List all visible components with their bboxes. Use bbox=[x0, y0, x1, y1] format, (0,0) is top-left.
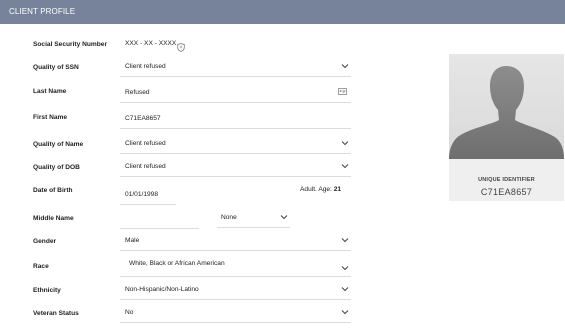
dob-row: Date of Birth 01/01/1998 Adult. Age: 21 bbox=[0, 186, 360, 207]
ssn-quality-label: Quality of SSN bbox=[33, 64, 79, 71]
page-header: CLIENT PROFILE bbox=[0, 0, 565, 24]
race-label: Race bbox=[33, 263, 49, 270]
race-select[interactable]: White, Black or African American bbox=[120, 256, 351, 277]
veteran-value: No bbox=[125, 309, 134, 316]
chevron-down-icon bbox=[341, 62, 349, 70]
chevron-down-icon bbox=[280, 213, 288, 221]
gender-label: Gender bbox=[33, 238, 57, 245]
middle-name-input[interactable] bbox=[120, 210, 199, 229]
chevron-down-icon bbox=[341, 139, 349, 147]
ethnicity-value: Non-Hispanic/Non-Latino bbox=[125, 286, 199, 293]
age-prefix: Adult. Age: bbox=[300, 186, 332, 193]
first-name-label: First Name bbox=[33, 114, 68, 121]
chevron-down-icon bbox=[341, 308, 349, 316]
chevron-down-icon bbox=[341, 236, 349, 244]
ssn-label: Social Security Number bbox=[33, 41, 108, 48]
ssn-quality-value: Client refused bbox=[125, 63, 166, 70]
first-name-row: First Name C71EA8657 bbox=[0, 114, 360, 134]
gender-row: Gender Male bbox=[0, 237, 360, 258]
middle-name-label: Middle Name bbox=[33, 215, 74, 222]
suffix-value: None bbox=[221, 214, 237, 221]
dob-quality-row: Quality of DOB Client refused bbox=[0, 163, 360, 184]
name-quality-label: Quality of Name bbox=[33, 141, 84, 148]
page-title: CLIENT PROFILE bbox=[9, 7, 76, 16]
name-quality-value: Client refused bbox=[125, 140, 166, 147]
last-name-row: Last Name Refused bbox=[0, 88, 360, 108]
first-name-input[interactable]: C71EA8657 bbox=[120, 110, 351, 129]
unique-identifier-label: UNIQUE IDENTIFIER bbox=[478, 177, 535, 183]
ethnicity-select[interactable]: Non-Hispanic/Non-Latino bbox=[120, 281, 351, 300]
last-name-value: Refused bbox=[125, 89, 150, 96]
dob-input[interactable]: 01/01/1998 bbox=[120, 186, 176, 205]
dob-value: 01/01/1998 bbox=[125, 191, 159, 198]
dob-quality-label: Quality of DOB bbox=[33, 164, 80, 171]
unique-identifier-value: C71EA8657 bbox=[480, 187, 533, 197]
id-card-icon[interactable] bbox=[338, 88, 347, 95]
profile-card: UNIQUE IDENTIFIER C71EA8657 bbox=[449, 54, 564, 201]
avatar[interactable] bbox=[449, 54, 564, 159]
dob-label: Date of Birth bbox=[33, 187, 73, 194]
dob-quality-select[interactable]: Client refused bbox=[120, 158, 351, 177]
last-name-label: Last Name bbox=[33, 88, 67, 95]
avatar-silhouette-icon bbox=[449, 66, 564, 159]
ssn-value: XXX - XX - XXXX bbox=[125, 40, 177, 47]
age-value: 21 bbox=[333, 186, 342, 193]
age-display: Adult. Age: 21 bbox=[300, 186, 341, 193]
suffix-select[interactable]: None bbox=[217, 209, 290, 228]
first-name-value: C71EA8657 bbox=[125, 115, 161, 122]
veteran-row: Veteran Status No bbox=[0, 309, 360, 330]
chevron-down-icon bbox=[341, 285, 349, 293]
gender-value: Male bbox=[125, 237, 140, 244]
gender-select[interactable]: Male bbox=[120, 232, 351, 251]
race-value: White, Black or African American bbox=[129, 260, 225, 267]
last-name-input[interactable]: Refused bbox=[120, 84, 351, 103]
chevron-down-icon bbox=[341, 162, 349, 170]
race-row: Race White, Black or African American bbox=[0, 260, 360, 283]
ssn-quality-row: Quality of SSN Client refused bbox=[0, 63, 360, 84]
ssn-quality-select[interactable]: Client refused bbox=[120, 58, 351, 77]
veteran-label: Veteran Status bbox=[33, 310, 79, 317]
chevron-down-icon bbox=[341, 264, 349, 272]
ethnicity-label: Ethnicity bbox=[33, 287, 61, 294]
dob-quality-value: Client refused bbox=[125, 163, 166, 170]
name-quality-select[interactable]: Client refused bbox=[120, 135, 351, 154]
shield-icon[interactable] bbox=[177, 39, 185, 52]
veteran-select[interactable]: No bbox=[120, 304, 351, 323]
